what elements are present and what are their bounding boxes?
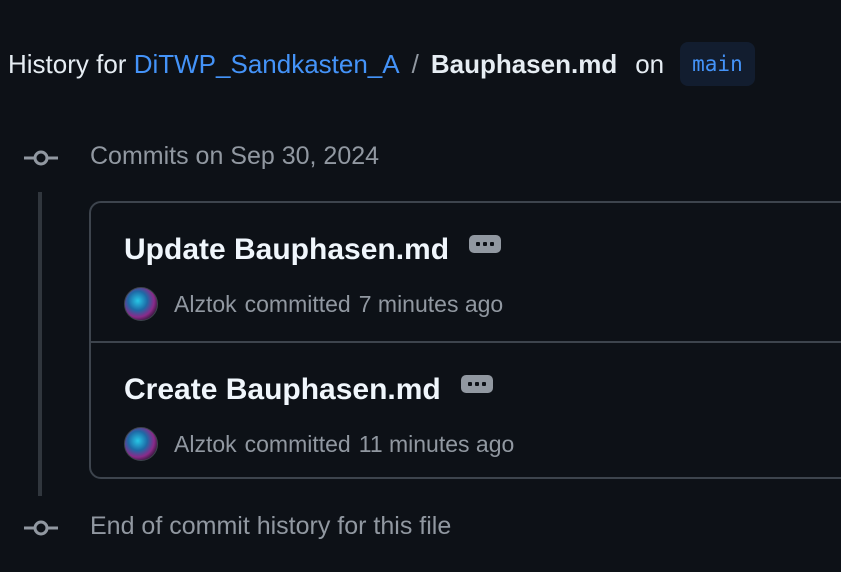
commit-verb: committed xyxy=(244,290,351,317)
path-separator: / xyxy=(411,48,419,79)
commit-title-link[interactable]: Create Bauphasen.md xyxy=(124,373,441,407)
history-prefix: History for xyxy=(8,48,127,79)
author-link[interactable]: Alztok xyxy=(174,431,237,458)
commit-group-heading: Commits on Sep 30, 2024 xyxy=(90,142,380,170)
timeline-line xyxy=(38,192,42,496)
git-commit-icon xyxy=(24,149,58,167)
commit-time: 7 minutes ago xyxy=(358,290,504,317)
commit-list: Update Bauphasen.md Alztok committed 7 m… xyxy=(89,201,841,479)
commit-time: 11 minutes ago xyxy=(358,430,515,457)
end-of-history-label: End of commit history for this file xyxy=(90,512,452,540)
avatar[interactable] xyxy=(124,287,158,321)
commit-row: Update Bauphasen.md Alztok committed 7 m… xyxy=(91,203,841,341)
file-name: Bauphasen.md xyxy=(430,48,618,79)
on-label: on xyxy=(635,48,665,79)
page-header: History for DiTWP_Sandkasten_A / Bauphasen… xyxy=(8,42,755,86)
commit-row: Create Bauphasen.md Alztok committed 11 … xyxy=(91,341,841,477)
repo-link[interactable]: DiTWP_Sandkasten_A xyxy=(134,49,400,80)
kebab-horizontal-icon[interactable] xyxy=(469,235,502,253)
avatar[interactable] xyxy=(124,427,158,461)
git-commit-icon xyxy=(24,519,58,537)
kebab-horizontal-icon[interactable] xyxy=(460,375,493,393)
commit-verb: committed xyxy=(244,430,351,457)
branch-badge[interactable]: main xyxy=(680,42,755,86)
author-link[interactable]: Alztok xyxy=(174,291,237,318)
commit-title-link[interactable]: Update Bauphasen.md xyxy=(124,233,449,267)
